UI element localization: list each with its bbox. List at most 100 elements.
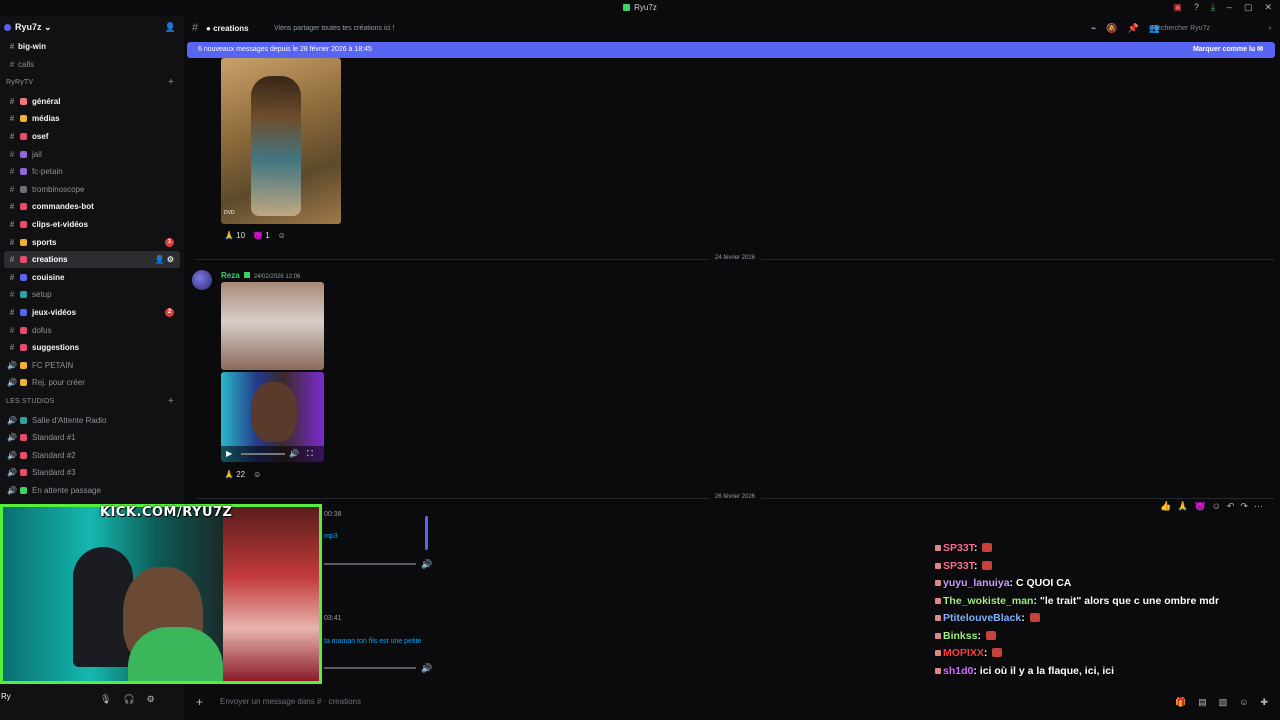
inbox-icon[interactable]: ▣ [1173,2,1182,13]
channel-emoji-icon [20,221,27,228]
add-attachment-icon[interactable]: + [196,692,203,712]
sidebar-item[interactable]: 🔊 Standard #3 [4,464,180,481]
mic-icon[interactable]: 🎙 [100,694,111,705]
play-icon[interactable]: ▶ [226,449,232,458]
sidebar-item[interactable]: # setup [4,286,180,303]
close-button[interactable]: ✕ [1264,2,1272,13]
chat-badge-icon [935,597,941,604]
forward-icon[interactable]: ↷ [1240,501,1248,512]
audio-progress[interactable] [324,563,416,565]
username[interactable]: Ry [1,692,11,701]
sidebar-item[interactable]: # commandes-bot [4,198,180,215]
sidebar-item[interactable]: # creations 👤 ⚙ [4,251,180,269]
sidebar-item[interactable]: 🔊 Salle d'Attente Radio [4,412,180,429]
new-messages-banner[interactable]: 6 nouveaux messages depuis le 28 février… [187,42,1275,58]
add-user-icon[interactable]: 👤 [165,22,176,33]
sidebar-item-label: osef [32,132,49,141]
title-bar: Ryu7z ▣ ? ⤓ – ▢ ✕ [0,0,1280,16]
channel-emoji-icon [20,416,27,424]
gift-icon[interactable]: 🎁 [1175,692,1186,712]
gif-icon[interactable]: ▤ [1198,692,1207,712]
search-input[interactable]: Rechercher Ryu7z ⌕ [1148,22,1276,35]
category-header[interactable]: LES STUDIOS + [6,396,180,407]
reaction[interactable]: 🙏 22 [224,470,245,479]
image-attachment[interactable] [221,282,324,370]
sticker-icon[interactable]: ▧ [1219,692,1228,712]
sidebar-item[interactable]: # trombinoscope [4,181,180,198]
sidebar-item[interactable]: # calls [4,56,180,73]
volume-slider[interactable] [425,516,428,550]
sidebar-item[interactable]: # dofus [4,322,180,339]
category-header[interactable]: RyRyTV + [6,77,180,88]
audio-progress[interactable] [324,667,416,669]
download-icon[interactable]: ⤓ [1211,2,1215,13]
emoji-icon[interactable]: 😈 [1194,501,1205,512]
channel-emoji-icon [20,309,27,316]
chat-username: SP33T [943,542,974,554]
mute-icon[interactable]: 🔕 [1106,23,1117,34]
hash-icon: # [9,220,15,229]
avatar[interactable] [192,270,212,290]
emoji-icon[interactable]: ☺ [1239,692,1248,712]
sidebar-item[interactable]: # osef [4,128,180,145]
sidebar-item-label: Standard #1 [32,433,76,443]
poster-figure [251,76,301,216]
sidebar-item-label: général [32,96,61,106]
volume-icon[interactable]: 🔊 [421,663,432,674]
sidebar-item[interactable]: # suggestions [4,339,180,356]
volume-icon[interactable]: 🔊 [421,559,432,570]
add-channel-icon[interactable]: + [168,77,174,88]
sidebar-item[interactable]: 🔊 Standard #1 [4,429,180,446]
headphones-icon[interactable]: 🎧 [123,694,134,705]
sidebar-item[interactable]: 🔊 Rej. pour créer [4,374,180,391]
video-progress[interactable] [241,453,285,455]
channel-name: ● creations [206,24,249,33]
server-header[interactable]: Ryu7z ⌄ 👤 [4,22,180,36]
sidebar-item[interactable]: # médias [4,110,180,127]
sidebar-item[interactable]: # big-win [4,38,180,55]
sidebar-item-label: jail [32,149,42,159]
thumbs-up-icon[interactable]: 👍 [1160,501,1171,512]
apps-icon[interactable]: ✚ [1260,692,1268,712]
sidebar-item[interactable]: # fc-petain [4,163,180,180]
sidebar-item[interactable]: # couisine [4,269,180,286]
reaction[interactable]: 😈 1 [253,231,270,240]
audio-filename[interactable]: mp3 [324,533,338,540]
mark-read-button[interactable]: Marquer comme lu ✉ [1193,42,1263,58]
unread-badge: 2 [165,308,174,317]
maximize-button[interactable]: ▢ [1244,2,1253,13]
minimize-button[interactable]: – [1227,2,1232,13]
help-icon[interactable]: ? [1194,2,1199,13]
add-reaction-icon[interactable]: ☺ [1212,501,1221,512]
sidebar-item[interactable]: # sports 1 [4,234,180,251]
volume-icon[interactable]: 🔊 [289,449,299,458]
channel-emoji-icon [20,291,27,299]
threads-icon[interactable]: ⌁ [1091,23,1096,34]
add-reaction-icon[interactable]: ☺ [253,470,261,479]
more-icon[interactable]: ⋯ [1254,501,1263,512]
sidebar-item[interactable]: 🔊 En attente passage [4,482,180,499]
reply-icon[interactable]: ↶ [1227,501,1235,512]
audio-filename[interactable]: ta maman ton fils est une petite [324,638,421,645]
chat-badge-icon [935,650,941,656]
pin-icon[interactable]: 📌 [1128,23,1139,34]
sidebar-item[interactable]: # clips-et-vidéos [4,216,180,233]
message-input[interactable]: + Envoyer un message dans # · creations … [190,692,1276,712]
pray-icon[interactable]: 🙏 [1177,501,1188,512]
fullscreen-icon[interactable]: ⛶ [307,449,313,459]
sidebar-item[interactable]: 🔊 FC PETAIN [4,357,180,374]
channel-emoji-icon [20,133,27,140]
add-channel-icon[interactable]: + [168,396,174,407]
sidebar-item[interactable]: # général [4,93,180,110]
channel-emoji-icon [20,469,27,477]
add-reaction-icon[interactable]: ☺ [278,231,286,240]
sidebar-item[interactable]: # jail [4,146,180,163]
chat-username: The_wokiste_man [943,594,1034,607]
channel-settings-icon[interactable]: 👤 ⚙ [155,251,174,268]
sidebar-item[interactable]: 🔊 Standard #2 [4,447,180,464]
sidebar-item[interactable]: # jeux-vidéos 2 [4,304,180,321]
reaction[interactable]: 🙏 10 [224,231,245,240]
settings-icon[interactable]: ⚙ [147,694,155,705]
image-attachment[interactable]: DVD [221,58,341,224]
hash-icon: # [9,167,15,177]
